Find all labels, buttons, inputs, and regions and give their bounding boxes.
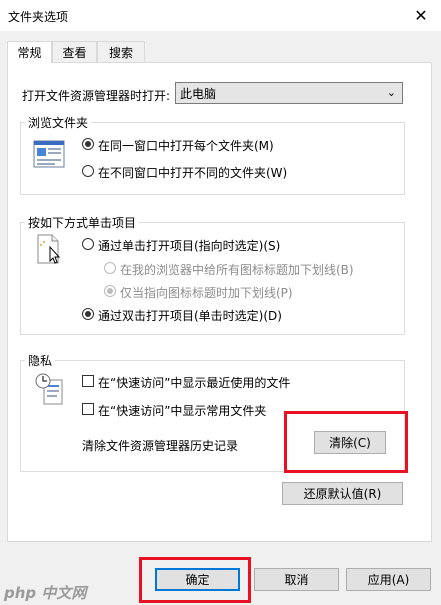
click-items-title: 按如下方式单击项目 — [25, 214, 140, 231]
browse-folders-group — [20, 122, 405, 195]
tab-general[interactable]: 常规 — [7, 41, 52, 63]
radio-underline-all-label: 在我的浏览器中给所有图标标题加下划线(B) — [120, 263, 354, 277]
clear-button-label: 清除(C) — [329, 436, 371, 450]
ok-button-label: 确定 — [185, 573, 210, 587]
radio-underline-all[interactable] — [104, 262, 116, 274]
checkbox-show-frequent-label: 在“快速访问”中显示常用文件夹 — [98, 404, 267, 418]
chevron-down-icon: ⌄ — [386, 86, 396, 99]
tab-view[interactable]: 查看 — [52, 41, 97, 62]
radio-underline-point-label: 仅当指向图标标题时加下划线(P) — [120, 286, 293, 300]
clear-history-label: 清除文件资源管理器历史记录 — [82, 439, 239, 453]
clock-document-icon — [35, 373, 63, 405]
radio-double-click[interactable] — [82, 308, 94, 320]
close-button[interactable]: ✕ — [401, 0, 441, 31]
tab-label: 常规 — [17, 46, 42, 60]
cancel-button[interactable]: 取消 — [254, 568, 339, 591]
radio-double-click-label: 通过双击打开项目(单击时选定)(D) — [98, 309, 282, 323]
radio-same-window-label: 在同一窗口中打开每个文件夹(M) — [98, 139, 274, 153]
radio-same-window[interactable] — [82, 138, 94, 150]
radio-single-click[interactable] — [82, 238, 94, 250]
clear-history-button[interactable]: 清除(C) — [314, 431, 386, 454]
tab-search[interactable]: 搜索 — [97, 41, 145, 62]
cancel-button-label: 取消 — [284, 573, 309, 587]
checkbox-show-recent[interactable] — [82, 375, 94, 387]
window-layout-icon — [33, 140, 65, 168]
restore-defaults-button[interactable]: 还原默认值(R) — [282, 482, 403, 505]
tab-label: 查看 — [62, 45, 87, 60]
ok-button[interactable]: 确定 — [155, 568, 240, 591]
tab-label: 搜索 — [108, 45, 133, 60]
privacy-title: 隐私 — [25, 352, 56, 369]
radio-single-click-label: 通过单击打开项目(指向时选定)(S) — [98, 239, 281, 253]
open-explorer-select[interactable]: 此电脑 ⌄ — [175, 82, 403, 104]
restore-defaults-label: 还原默认值(R) — [303, 487, 382, 501]
title-bar: 文件夹选项 ✕ — [0, 0, 441, 31]
pointer-click-icon — [37, 234, 61, 264]
open-explorer-label: 打开文件资源管理器时打开: — [22, 89, 171, 103]
apply-button[interactable]: 应用(A) — [346, 568, 431, 591]
open-explorer-value: 此电脑 — [180, 86, 217, 101]
checkbox-show-frequent[interactable] — [82, 403, 94, 415]
browse-folders-title: 浏览文件夹 — [25, 114, 92, 131]
watermark: php 中文网 — [4, 584, 87, 602]
radio-new-window-label: 在不同窗口中打开不同的文件夹(W) — [98, 166, 288, 180]
window-title: 文件夹选项 — [8, 10, 69, 24]
apply-button-label: 应用(A) — [367, 573, 410, 587]
checkbox-show-recent-label: 在“快速访问”中显示最近使用的文件 — [98, 376, 291, 390]
radio-underline-point[interactable] — [104, 285, 116, 297]
close-icon: ✕ — [414, 6, 428, 25]
radio-new-window[interactable] — [82, 165, 94, 177]
